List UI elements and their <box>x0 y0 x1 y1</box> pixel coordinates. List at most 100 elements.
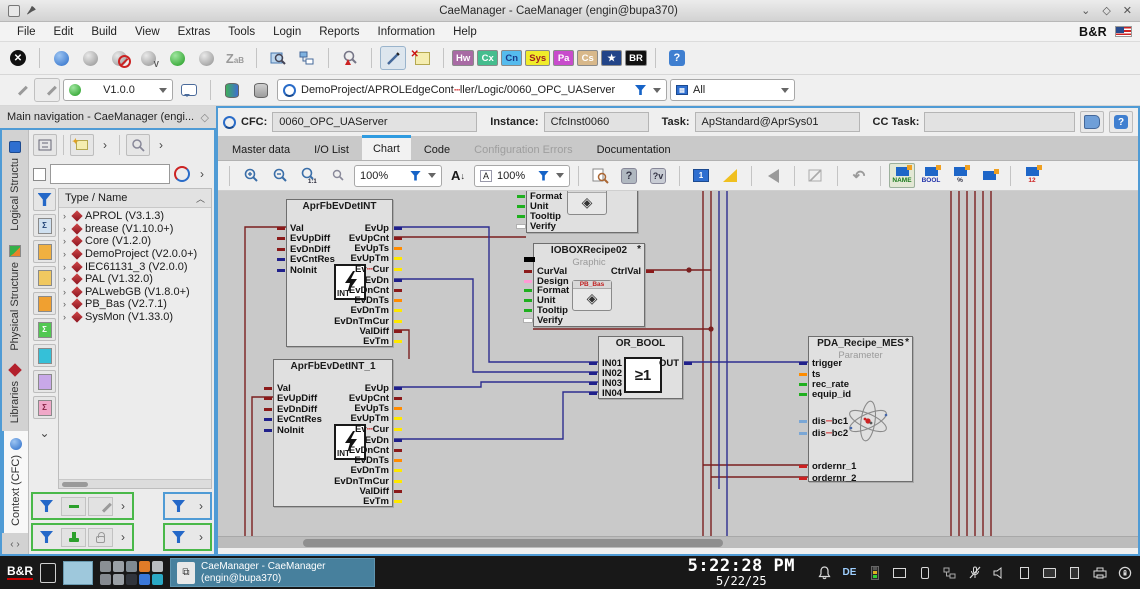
port-Ev_Cur[interactable]: Ev···Cur <box>355 424 389 435</box>
chevron-right-icon[interactable]: › <box>194 163 210 185</box>
show-percent-button[interactable]: % <box>947 163 973 188</box>
menu-tools[interactable]: Tools <box>219 26 264 38</box>
port-CtrlVal[interactable]: CtrlVal <box>611 266 641 277</box>
pin-icon[interactable] <box>26 6 36 16</box>
quick-launch-icon-3[interactable] <box>126 561 137 572</box>
output-port-stub[interactable] <box>394 397 402 400</box>
quick-launch-icon-1[interactable] <box>100 561 111 572</box>
input-port-stub[interactable] <box>524 270 532 273</box>
volume-icon[interactable] <box>991 564 1008 581</box>
build-version-button[interactable]: V <box>135 46 161 70</box>
battery-icon[interactable] <box>916 564 933 581</box>
show-names-button[interactable]: NAME <box>889 163 915 188</box>
zoom-in-button[interactable] <box>238 164 264 188</box>
input-port-stub[interactable] <box>264 408 272 411</box>
badge-star[interactable]: ★ <box>601 50 622 66</box>
tab-io-list[interactable]: I/O List <box>303 139 360 160</box>
port-EvDnTm[interactable]: EvDnTm <box>350 305 389 316</box>
output-port-stub[interactable] <box>394 439 402 442</box>
chevron-right-icon[interactable]: › <box>115 526 131 548</box>
filter-funnel-button[interactable] <box>34 497 59 516</box>
find-in-project-button[interactable] <box>265 46 291 70</box>
output-port-stub[interactable] <box>394 247 402 250</box>
comment-button[interactable] <box>176 78 202 102</box>
input-port-stub[interactable] <box>517 195 525 198</box>
input-port-stub[interactable] <box>589 372 597 375</box>
menu-build[interactable]: Build <box>82 26 126 38</box>
chip-order-button[interactable]: 1 <box>688 164 714 188</box>
tree-item-pal[interactable]: ›PAL (V1.32.0) <box>59 273 211 286</box>
port-EvTm[interactable]: EvTm <box>363 336 389 347</box>
port-EvTm[interactable]: EvTm <box>363 496 389 507</box>
input-port-stub[interactable] <box>799 393 807 396</box>
project-path-select[interactable]: DemoProject/APROLEdgeCont···ller/Logic/0… <box>277 79 667 101</box>
port-dis_bc1[interactable]: dis···bc1 <box>812 416 848 427</box>
output-port-stub[interactable] <box>394 289 402 292</box>
badge-hw[interactable]: Hw <box>452 50 474 66</box>
function-block-AprFbEvDetINT[interactable]: AprFbEvDetINTINTValEvUpDiffEvDnDiffEvCnt… <box>286 199 393 347</box>
input-port-stub[interactable] <box>799 373 807 376</box>
context-help-button[interactable]: ? <box>1109 111 1133 133</box>
output-port-stub[interactable] <box>394 320 402 323</box>
palette-block-green-sigma[interactable]: Σ <box>33 318 56 341</box>
tree-item-core[interactable]: ›Core (V1.2.0) <box>59 235 211 248</box>
tab-physical-structure[interactable]: Physical Structure <box>2 238 28 358</box>
port-Ev_Cur[interactable]: Ev···Cur <box>355 264 389 275</box>
input-port-stub[interactable] <box>799 383 807 386</box>
badge-cs[interactable]: Cs <box>577 50 598 66</box>
remove-note-button[interactable]: ✕ <box>409 46 435 70</box>
show-bool-button[interactable]: BOOL <box>918 163 944 188</box>
chevron-right-icon[interactable]: › <box>193 495 209 517</box>
port-trigger[interactable]: trigger <box>812 358 842 369</box>
chevron-down-icon[interactable]: ⌄ <box>37 422 53 444</box>
palette-filter-button[interactable] <box>33 188 56 211</box>
port-ordernr_2[interactable]: ordernr_2 <box>812 473 856 484</box>
output-port-stub[interactable] <box>394 407 402 410</box>
tree-column-header[interactable]: Type / Name ︿ <box>59 189 211 208</box>
virtual-desktop-pager[interactable] <box>63 561 93 585</box>
zoom-level-select[interactable]: 100% <box>354 165 442 187</box>
zoom-1to1-button[interactable]: 1:1 <box>296 164 322 188</box>
port-NoInit[interactable]: NoInit <box>277 425 304 436</box>
port-Verify[interactable]: Verify <box>530 221 556 232</box>
zoom-out-button[interactable] <box>267 164 293 188</box>
port-ordernr_1[interactable]: ordernr_1 <box>812 461 856 472</box>
output-port-stub[interactable] <box>394 237 402 240</box>
output-port-stub[interactable] <box>394 469 402 472</box>
search-checkbox[interactable] <box>33 168 46 181</box>
input-port-stub[interactable] <box>799 420 807 423</box>
input-port-stub[interactable] <box>264 397 272 400</box>
quick-launch-icon-7[interactable] <box>113 574 124 585</box>
port-equip_id[interactable]: equip_id <box>812 389 851 400</box>
input-port-stub[interactable] <box>589 382 597 385</box>
expander-icon[interactable]: › <box>63 299 69 309</box>
tree-item-demoproject[interactable]: ›DemoProject (V2.0.0+) <box>59 248 211 261</box>
taskbar-task-caemanager[interactable]: ⧉ CaeManager - CaeManager (engin@bupa370… <box>170 558 375 587</box>
search-history-icon[interactable] <box>174 166 190 182</box>
screen-share-icon[interactable] <box>1041 564 1058 581</box>
tree-search-button[interactable] <box>126 134 150 156</box>
menu-reports[interactable]: Reports <box>310 26 368 38</box>
help-notes-button[interactable]: ? <box>616 164 642 188</box>
minimize-icon[interactable]: ⌄ <box>1081 4 1090 17</box>
quick-launch-icon-4[interactable] <box>139 561 150 572</box>
maximize-icon[interactable]: ◇ <box>1102 4 1110 17</box>
tree-item-sysmon[interactable]: ›SysMon (V1.33.0) <box>59 311 211 324</box>
download-button[interactable] <box>164 46 190 70</box>
menu-edit[interactable]: Edit <box>45 26 83 38</box>
input-port-stub[interactable] <box>799 477 807 480</box>
clock[interactable]: 5:22:28 PM 5/22/25 <box>688 558 795 588</box>
batch-build-button[interactable]: ZaB <box>222 46 248 70</box>
output-port-stub[interactable] <box>394 428 402 431</box>
tree-item-brease[interactable]: ›brease (V1.10.0+) <box>59 223 211 236</box>
display-icon[interactable] <box>891 564 908 581</box>
printer-icon[interactable] <box>1091 564 1108 581</box>
input-port-stub[interactable] <box>277 237 285 240</box>
input-port-stub[interactable] <box>264 418 272 421</box>
tab-chart[interactable]: Chart <box>362 135 411 160</box>
input-port-stub[interactable] <box>517 215 525 218</box>
output-port-stub[interactable] <box>646 270 654 273</box>
input-port-stub[interactable] <box>277 248 285 251</box>
lock-icon[interactable] <box>88 528 113 547</box>
tree-filter-input[interactable] <box>50 164 170 184</box>
